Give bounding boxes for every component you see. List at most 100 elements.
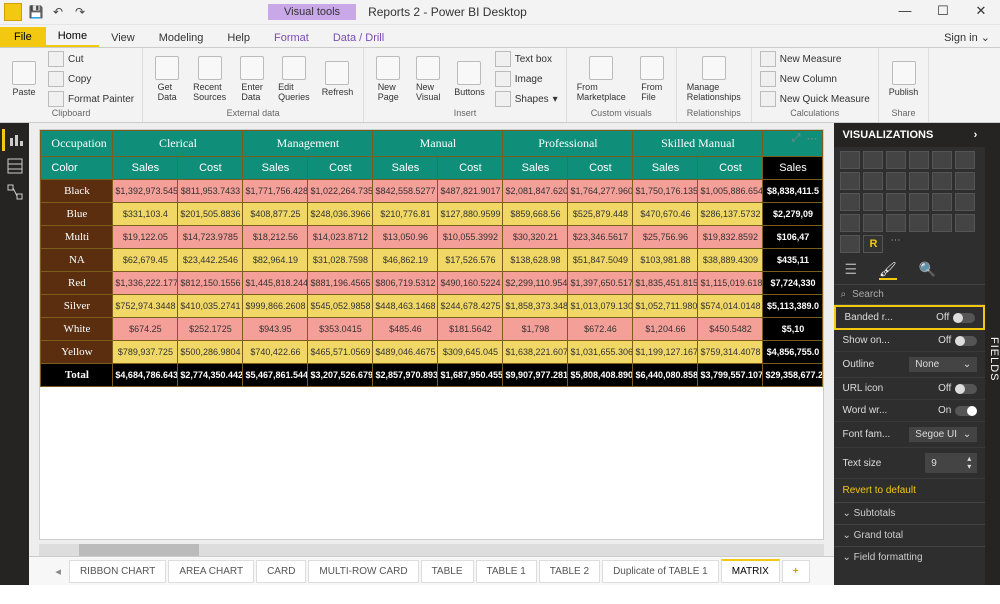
toggle-show-on[interactable]: Off bbox=[938, 335, 977, 346]
prev-page-icon[interactable]: ◂ bbox=[49, 565, 67, 578]
prop-url-icon[interactable]: URL icon Off bbox=[834, 378, 985, 400]
image-button[interactable]: Image bbox=[493, 70, 560, 88]
add-page-button[interactable]: + bbox=[782, 560, 810, 583]
viz-type-icon[interactable] bbox=[932, 172, 952, 190]
viz-type-icon[interactable] bbox=[932, 151, 952, 169]
shapes-button[interactable]: Shapes ▾ bbox=[493, 90, 560, 108]
viz-type-icon[interactable] bbox=[932, 214, 952, 232]
viz-type-icon[interactable] bbox=[886, 214, 906, 232]
get-data-button[interactable]: Get Data bbox=[149, 54, 185, 104]
viz-type-icon[interactable] bbox=[955, 172, 975, 190]
undo-icon[interactable]: ↶ bbox=[50, 4, 66, 20]
tab-format[interactable]: Format bbox=[262, 29, 321, 47]
matrix-visual[interactable]: ⤢ ⋯ OccupationClericalManagementManualPr… bbox=[39, 129, 824, 540]
model-view-icon[interactable] bbox=[4, 181, 26, 203]
page-tab[interactable]: RIBBON CHART bbox=[69, 560, 166, 583]
new-visual-button[interactable]: New Visual bbox=[410, 54, 446, 104]
buttons-button[interactable]: Buttons bbox=[450, 59, 489, 99]
tab-modeling[interactable]: Modeling bbox=[147, 29, 216, 47]
focus-mode-icon[interactable]: ⤢ bbox=[792, 132, 801, 145]
maximize-button[interactable]: ☐ bbox=[924, 0, 962, 24]
section-subtotals[interactable]: ⌄ Subtotals bbox=[834, 502, 985, 524]
manage-relationships-button[interactable]: Manage Relationships bbox=[683, 54, 745, 104]
visualizations-header[interactable]: VISUALIZATIONS› bbox=[834, 123, 985, 147]
viz-type-icon[interactable] bbox=[840, 235, 860, 253]
viz-type-icon[interactable] bbox=[955, 214, 975, 232]
viz-type-icon[interactable] bbox=[909, 172, 929, 190]
sign-in-link[interactable]: Sign in ⌄ bbox=[934, 28, 1000, 47]
page-tab[interactable]: MATRIX bbox=[721, 559, 780, 583]
prop-font-family[interactable]: Font fam... Segoe UI⌄ bbox=[834, 422, 985, 448]
analytics-icon[interactable]: 🔍 bbox=[919, 261, 936, 280]
viz-type-icon[interactable] bbox=[955, 193, 975, 211]
format-icon[interactable]: 🖌 bbox=[879, 261, 897, 280]
publish-button[interactable]: Publish bbox=[885, 59, 923, 99]
fields-well-icon[interactable]: ☰ bbox=[844, 261, 857, 280]
prop-word-wrap[interactable]: Word wr... On bbox=[834, 400, 985, 422]
page-tab[interactable]: MULTI-ROW CARD bbox=[308, 560, 418, 583]
viz-type-icon[interactable] bbox=[909, 214, 929, 232]
fields-pane-collapsed[interactable]: FIELDS bbox=[985, 123, 1000, 585]
toggle-word-wrap[interactable]: On bbox=[938, 405, 977, 416]
page-tab[interactable]: CARD bbox=[256, 560, 306, 583]
from-marketplace-button[interactable]: From Marketplace bbox=[573, 54, 630, 104]
viz-type-icon[interactable] bbox=[840, 193, 860, 211]
prop-show-on[interactable]: Show on... Off bbox=[834, 330, 985, 352]
viz-type-icon[interactable] bbox=[840, 151, 860, 169]
tab-view[interactable]: View bbox=[99, 29, 147, 47]
copy-button[interactable]: Copy bbox=[46, 70, 136, 88]
section-grand-total[interactable]: ⌄ Grand total bbox=[834, 524, 985, 546]
refresh-button[interactable]: Refresh bbox=[318, 59, 358, 99]
font-family-select[interactable]: Segoe UI⌄ bbox=[909, 427, 977, 442]
page-tab[interactable]: TABLE 2 bbox=[539, 560, 600, 583]
r-visual-icon[interactable]: R bbox=[863, 235, 883, 253]
viz-type-icon[interactable] bbox=[840, 172, 860, 190]
format-painter-button[interactable]: Format Painter bbox=[46, 90, 136, 108]
viz-type-icon[interactable] bbox=[863, 172, 883, 190]
new-page-button[interactable]: New Page bbox=[370, 54, 406, 104]
page-tab[interactable]: TABLE 1 bbox=[476, 560, 537, 583]
text-size-stepper[interactable]: 9▴▾ bbox=[925, 453, 977, 473]
viz-type-icon[interactable] bbox=[886, 172, 906, 190]
viz-type-icon[interactable] bbox=[909, 193, 929, 211]
report-view-icon[interactable] bbox=[2, 129, 27, 151]
redo-icon[interactable]: ↷ bbox=[72, 4, 88, 20]
paste-button[interactable]: Paste bbox=[6, 59, 42, 99]
tab-home[interactable]: Home bbox=[46, 27, 99, 47]
minimize-button[interactable]: — bbox=[886, 0, 924, 24]
viz-type-icon[interactable] bbox=[909, 151, 929, 169]
viz-type-icon[interactable] bbox=[863, 151, 883, 169]
toggle-url-icon[interactable]: Off bbox=[938, 383, 977, 394]
property-search[interactable]: ⌕Search bbox=[834, 285, 985, 305]
tab-help[interactable]: Help bbox=[215, 29, 262, 47]
revert-to-default-link[interactable]: Revert to default bbox=[834, 479, 985, 502]
viz-type-icon[interactable] bbox=[886, 193, 906, 211]
section-field-formatting[interactable]: ⌄ Field formatting bbox=[834, 546, 985, 568]
prop-text-size[interactable]: Text size 9▴▾ bbox=[834, 448, 985, 479]
horizontal-scrollbar[interactable] bbox=[39, 544, 824, 556]
page-tab[interactable]: AREA CHART bbox=[168, 560, 254, 583]
enter-data-button[interactable]: Enter Data bbox=[234, 54, 270, 104]
toggle-banded[interactable]: Off bbox=[936, 312, 975, 323]
text-box-button[interactable]: Text box bbox=[493, 50, 560, 68]
page-tab[interactable]: TABLE bbox=[421, 560, 474, 583]
viz-type-icon[interactable] bbox=[955, 151, 975, 169]
new-measure-button[interactable]: New Measure bbox=[758, 50, 872, 68]
edit-queries-button[interactable]: Edit Queries bbox=[274, 54, 314, 104]
outline-select[interactable]: None⌄ bbox=[909, 357, 977, 372]
viz-type-icon[interactable] bbox=[886, 151, 906, 169]
viz-type-icon[interactable] bbox=[840, 214, 860, 232]
data-view-icon[interactable] bbox=[4, 155, 26, 177]
viz-type-icon[interactable] bbox=[932, 193, 952, 211]
close-button[interactable]: ✕ bbox=[962, 0, 1000, 24]
new-column-button[interactable]: New Column bbox=[758, 70, 872, 88]
viz-type-icon[interactable]: ⋯ bbox=[886, 235, 904, 251]
recent-sources-button[interactable]: Recent Sources bbox=[189, 54, 230, 104]
tab-data-drill[interactable]: Data / Drill bbox=[321, 29, 396, 47]
tab-file[interactable]: File bbox=[0, 27, 46, 47]
from-file-button[interactable]: From File bbox=[634, 54, 670, 104]
new-quick-measure-button[interactable]: New Quick Measure bbox=[758, 90, 872, 108]
viz-type-icon[interactable] bbox=[863, 214, 883, 232]
save-icon[interactable]: 💾 bbox=[28, 4, 44, 20]
page-tab[interactable]: Duplicate of TABLE 1 bbox=[602, 560, 719, 583]
